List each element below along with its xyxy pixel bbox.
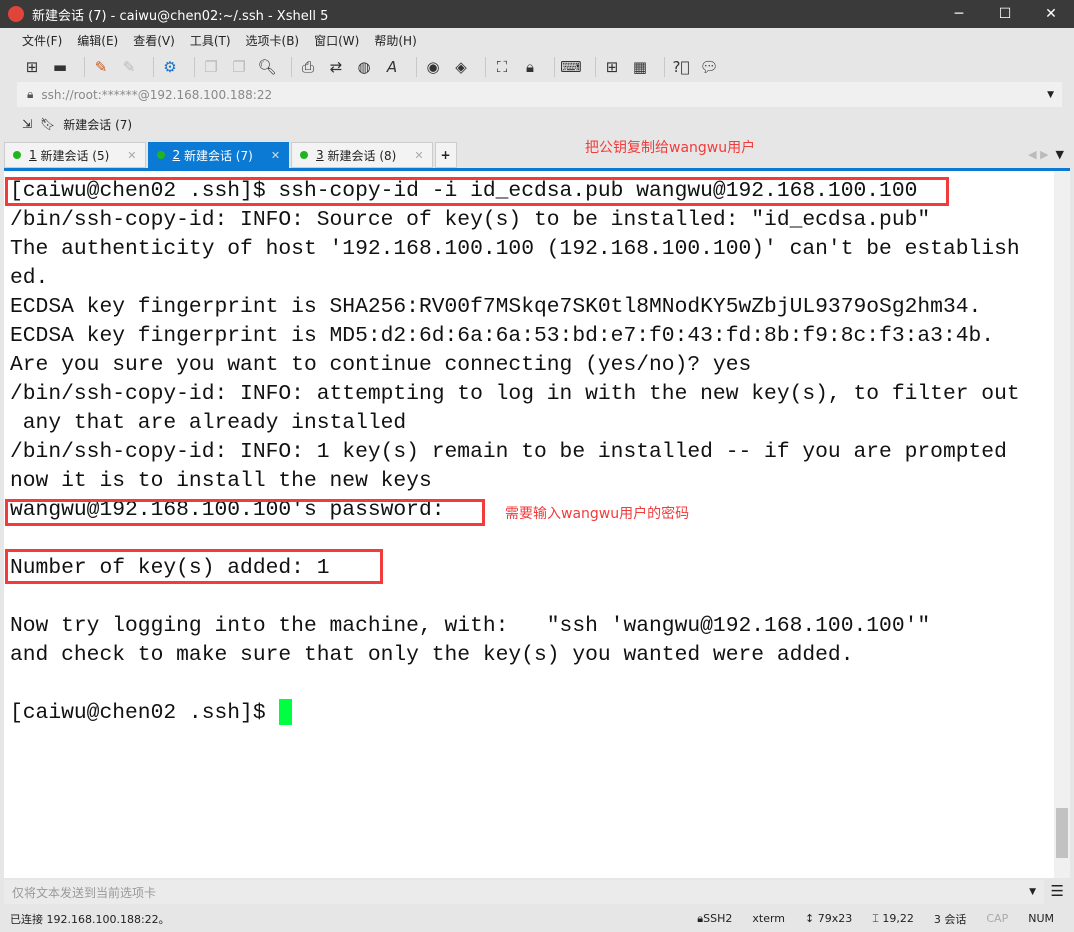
- cursor-wrap: [278, 699, 292, 728]
- new-tab-icon[interactable]: ⊞: [602, 57, 622, 77]
- menu-icon[interactable]: ☰: [1051, 882, 1064, 900]
- terminal-line: Are you sure you want to continue connec…: [10, 353, 752, 377]
- terminal-line: [caiwu@chen02 .ssh]$: [10, 701, 279, 725]
- status-dot-icon: [13, 151, 21, 159]
- caps-indicator: CAP: [986, 912, 1009, 925]
- chat-icon[interactable]: 💬︎: [699, 57, 719, 77]
- close-button[interactable]: ✕: [1028, 0, 1074, 28]
- terminal-line: Now try logging into the machine, with: …: [10, 614, 931, 638]
- session-bar: ⇲ 🔖︎ 新建会话 (7): [4, 110, 140, 138]
- menu-help[interactable]: 帮助(H): [374, 32, 416, 49]
- toolbar: ⊞ ▬ ✎ ✎ ⚙ ❐ ❐ 🔍︎ ⎙ ⇄ ◍ A ◉ ◈ ⛶ 🔒︎ ⌨ ⊞ ▦ …: [4, 52, 1074, 82]
- terminal-line: any that are already installed: [10, 411, 407, 435]
- menu-edit[interactable]: 编辑(E): [77, 32, 118, 49]
- layout-icon[interactable]: ▦: [630, 57, 650, 77]
- terminal-line: /bin/ssh-copy-id: INFO: Source of key(s)…: [10, 208, 931, 232]
- terminal-scrollbar[interactable]: [1054, 171, 1070, 878]
- highlight-key-added: [5, 549, 383, 584]
- xshell-logo-icon: [8, 6, 24, 22]
- menu-bar: 文件(F) 编辑(E) 查看(V) 工具(T) 选项卡(B) 窗口(W) 帮助(…: [4, 28, 1074, 52]
- copy-icon[interactable]: ❐: [201, 57, 221, 77]
- status-dot-icon: [300, 151, 309, 159]
- num-indicator: NUM: [1028, 912, 1054, 925]
- find-icon[interactable]: 🔍︎: [257, 57, 277, 77]
- compose-input[interactable]: 仅将文本发送到当前选项卡 ▼: [4, 880, 1044, 904]
- terminal-line: and check to make sure that only the key…: [10, 643, 854, 667]
- xmanager-icon[interactable]: ◈: [451, 57, 471, 77]
- terminal-line: The authenticity of host '192.168.100.10…: [10, 237, 1020, 261]
- close-tab-icon[interactable]: ✕: [414, 149, 423, 162]
- lock-icon: 🔒︎: [27, 87, 34, 101]
- print-icon[interactable]: ⎙: [298, 57, 318, 77]
- terminal-line: /bin/ssh-copy-id: INFO: attempting to lo…: [10, 382, 1020, 406]
- connect-icon[interactable]: ✎: [91, 57, 111, 77]
- tab-scroll-arrows[interactable]: ◀ ▶ ▼: [1028, 148, 1064, 161]
- menu-tools[interactable]: 工具(T): [190, 32, 231, 49]
- highlight-command: [5, 177, 949, 206]
- terminal-line: /bin/ssh-copy-id: INFO: 1 key(s) remain …: [10, 440, 1007, 464]
- terminal-line: ECDSA key fingerprint is SHA256:RV00f7MS…: [10, 295, 982, 319]
- lock-icon[interactable]: 🔒︎: [520, 57, 540, 77]
- fullscreen-icon[interactable]: ⛶: [492, 57, 512, 77]
- terminal-size: ↕ 79x23: [805, 912, 853, 925]
- window-title: 新建会话 (7) - caiwu@chen02:~/.ssh - Xshell …: [32, 8, 329, 24]
- add-tab-button[interactable]: +: [434, 142, 457, 168]
- tab-session-1[interactable]: 1 新建会话 (5) ✕: [4, 142, 146, 168]
- font-icon[interactable]: A: [382, 57, 402, 77]
- help-icon[interactable]: ?⃝: [671, 57, 691, 77]
- xftp-icon[interactable]: ◉: [423, 57, 443, 77]
- maximize-button[interactable]: ☐: [982, 0, 1028, 28]
- globe-icon[interactable]: ◍: [354, 57, 374, 77]
- tab-bar: 1 新建会话 (5) ✕ 2 新建会话 (7) ✕ 3 新建会话 (8) ✕ +: [4, 142, 1074, 170]
- terminal-line: ed.: [10, 266, 49, 290]
- terminal-line: now it is to install the new keys: [10, 469, 432, 493]
- close-tab-icon[interactable]: ✕: [127, 149, 136, 162]
- properties-icon[interactable]: ⚙: [160, 57, 180, 77]
- cursor-position: ⌶ 19,22: [872, 911, 914, 925]
- menu-file[interactable]: 文件(F): [22, 32, 62, 49]
- tab-session-3[interactable]: 3 新建会话 (8) ✕: [291, 142, 433, 168]
- paste-icon[interactable]: ❐: [229, 57, 249, 77]
- bookmark-icon[interactable]: 🔖︎: [40, 117, 55, 131]
- compose-placeholder: 仅将文本发送到当前选项卡: [12, 885, 157, 900]
- disconnect-icon[interactable]: ✎: [119, 57, 139, 77]
- dropdown-icon[interactable]: ▼: [1047, 90, 1054, 100]
- transfer-icon[interactable]: ⇄: [326, 57, 346, 77]
- terminal-line: ECDSA key fingerprint is MD5:d2:6d:6a:6a…: [10, 324, 995, 348]
- session-manager-icon[interactable]: ⇲: [22, 117, 32, 131]
- address-bar[interactable]: 🔒︎ ssh://root:******@192.168.100.188:22 …: [17, 82, 1062, 107]
- menu-view[interactable]: 查看(V): [133, 32, 175, 49]
- annotation-password: 需要输入wangwu用户的密码: [505, 506, 690, 522]
- scrollbar-thumb[interactable]: [1056, 808, 1068, 858]
- tab-session-2[interactable]: 2 新建会话 (7) ✕: [147, 142, 290, 168]
- annotation-copy-key: 把公钥复制给wangwu用户: [585, 140, 756, 156]
- keyboard-icon[interactable]: ⌨: [560, 57, 582, 77]
- close-tab-icon[interactable]: ✕: [271, 149, 280, 162]
- minimize-button[interactable]: ─: [936, 0, 982, 28]
- session-count: 3 会话: [933, 912, 967, 926]
- status-bar: 已连接 192.168.100.188:22。 🔒︎SSH2 xterm ↕ 7…: [0, 905, 1074, 932]
- connection-status: 已连接 192.168.100.188:22。: [10, 912, 170, 926]
- session-link[interactable]: 新建会话 (7): [63, 116, 132, 133]
- address-value: ssh://root:******@192.168.100.188:22: [41, 87, 273, 102]
- dropdown-icon[interactable]: ▼: [1029, 887, 1036, 897]
- protocol: 🔒︎SSH2: [697, 911, 733, 925]
- menu-window[interactable]: 窗口(W): [314, 32, 359, 49]
- title-bar: 新建会话 (7) - caiwu@chen02:~/.ssh - Xshell …: [0, 0, 1074, 28]
- new-session-icon[interactable]: ⊞: [22, 57, 42, 77]
- highlight-password: [5, 499, 485, 526]
- terminal-cursor: [278, 699, 292, 726]
- status-dot-icon: [156, 151, 165, 159]
- terminal-type: xterm: [752, 912, 786, 925]
- menu-tabs[interactable]: 选项卡(B): [246, 32, 300, 49]
- open-folder-icon[interactable]: ▬: [50, 57, 70, 77]
